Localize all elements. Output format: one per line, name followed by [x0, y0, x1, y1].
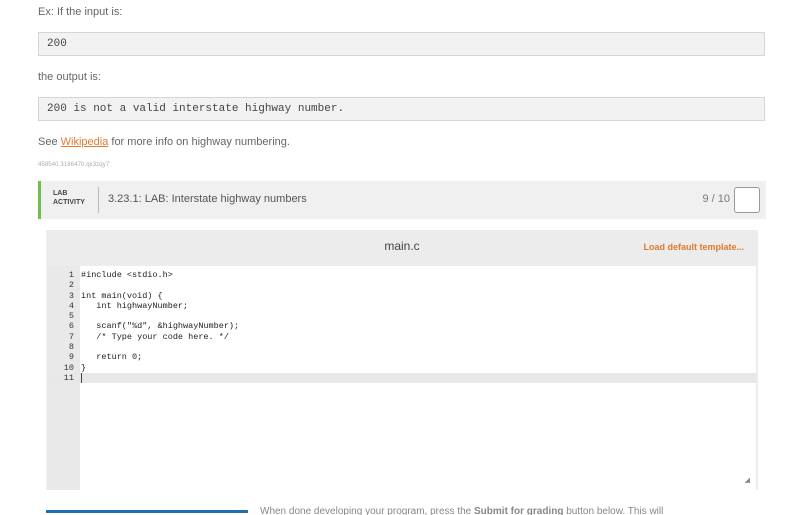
text-cursor: [81, 372, 82, 383]
lab-title: 3.23.1: LAB: Interstate highway numbers: [108, 193, 307, 205]
code-line[interactable]: 6 scanf("%d", &highwayNumber);: [48, 321, 756, 331]
line-number: 4: [68, 300, 74, 311]
line-number: 8: [68, 342, 74, 353]
code-lines[interactable]: 1 #include <stdio.h> 2 3 int main(void) {4 i…: [48, 270, 756, 384]
lab-separator: [98, 187, 99, 213]
submit-button-edge[interactable]: [148, 510, 248, 513]
code-text[interactable]: }: [81, 363, 86, 373]
example-output-box: 200 is not a valid interstate highway nu…: [38, 97, 765, 121]
output-intro: the output is:: [38, 71, 101, 83]
code-text[interactable]: scanf("%d", &highwayNumber);: [81, 321, 239, 331]
tracking-id: 458540.3186470.qx3zqy7: [38, 162, 110, 168]
line-number: 1: [68, 270, 74, 280]
code-line[interactable]: 2: [48, 280, 756, 290]
resize-handle-icon[interactable]: ◢: [745, 476, 750, 484]
code-line[interactable]: 5: [48, 311, 756, 321]
see-prefix: See: [38, 136, 61, 148]
line-number: 3: [68, 290, 74, 301]
submit-instructions-suffix: button below. This will: [563, 506, 664, 515]
see-more-text: See Wikipedia for more info on highway n…: [38, 136, 290, 148]
load-default-template-link[interactable]: Load default template...: [643, 242, 744, 252]
code-line[interactable]: 4 int highwayNumber;: [48, 301, 756, 311]
example-output-value: 200 is not a valid interstate highway nu…: [47, 103, 345, 115]
see-suffix: for more info on highway numbering.: [108, 136, 290, 148]
score-badge-icon: [734, 187, 760, 213]
code-text[interactable]: /* Type your code here. */: [81, 332, 229, 342]
code-line[interactable]: 11: [48, 372, 756, 384]
line-number: 11: [63, 372, 74, 383]
line-number: 5: [68, 311, 74, 322]
code-text[interactable]: [81, 372, 82, 384]
lab-tag-line1: LAB: [53, 190, 68, 197]
code-text[interactable]: int main(void) {: [81, 291, 163, 301]
lab-tag-line2: ACTIVITY: [53, 199, 85, 206]
code-text[interactable]: int highwayNumber;: [81, 301, 188, 311]
example-input-value: 200: [47, 38, 67, 50]
code-editor-panel: main.c Load default template... 1 #includ…: [46, 230, 758, 490]
code-line[interactable]: 7 /* Type your code here. */: [48, 332, 756, 342]
line-number: 6: [68, 321, 74, 332]
example-intro: Ex: If the input is:: [38, 6, 123, 18]
submit-instructions: When done developing your program, press…: [260, 506, 663, 515]
submit-instructions-bold: Submit for grading: [474, 506, 564, 515]
code-line[interactable]: 1 #include <stdio.h>: [48, 270, 756, 280]
code-line[interactable]: 8: [48, 342, 756, 352]
line-number: 9: [68, 352, 74, 363]
line-number: 7: [68, 331, 74, 342]
line-number: 10: [63, 362, 74, 373]
submit-instructions-prefix: When done developing your program, press…: [260, 506, 475, 515]
code-text[interactable]: return 0;: [81, 352, 142, 362]
lab-activity-header: LAB ACTIVITY 3.23.1: LAB: Interstate hig…: [38, 181, 766, 219]
wikipedia-link[interactable]: Wikipedia: [61, 136, 109, 148]
line-number: 2: [68, 280, 74, 291]
code-editor[interactable]: 1 #include <stdio.h> 2 3 int main(void) {4 i…: [48, 266, 756, 490]
example-input-box: 200: [38, 32, 765, 56]
run-button-edge[interactable]: [46, 510, 148, 513]
code-line[interactable]: 9 return 0;: [48, 352, 756, 362]
code-text[interactable]: #include <stdio.h>: [81, 270, 173, 280]
code-line[interactable]: 3 int main(void) {: [48, 291, 756, 301]
lab-score: 9 / 10: [702, 193, 730, 205]
code-line[interactable]: 10}: [48, 363, 756, 373]
lab-activity-tag: LAB ACTIVITY: [53, 189, 85, 207]
